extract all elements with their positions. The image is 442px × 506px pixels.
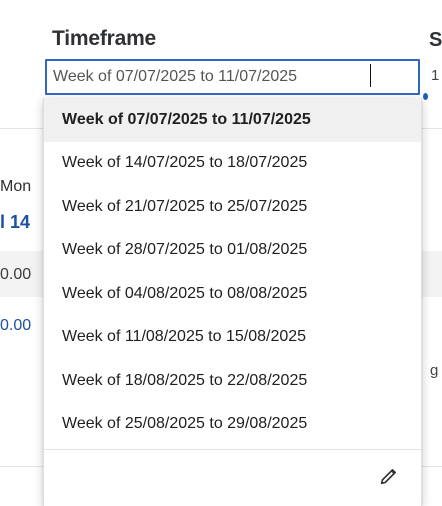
background-value-one: 0.00: [0, 266, 32, 283]
timeframe-label: Timeframe: [52, 27, 157, 50]
timeframe-dropdown-screen: Timeframe S 1 Mon l 14 0.00 0.00 g r Wee…: [0, 0, 442, 506]
timeframe-option-label: Week of 11/08/2025 to 15/08/2025: [62, 328, 307, 346]
background-right-text-fragment: g r: [430, 362, 442, 379]
timeframe-option[interactable]: Week of 04/08/2025 to 08/08/2025: [44, 272, 421, 316]
timeframe-option[interactable]: Week of 11/08/2025 to 15/08/2025: [44, 316, 421, 360]
background-day-label: Mon: [0, 178, 32, 195]
timeframe-option-label: Week of 28/07/2025 to 01/08/2025: [62, 241, 308, 259]
timeframe-option-label: Week of 14/07/2025 to 18/07/2025: [62, 154, 308, 172]
timeframe-option-label: Week of 25/08/2025 to 29/08/2025: [62, 415, 308, 433]
background-value-two: 0.00: [0, 317, 32, 334]
timeframe-option-label: Week of 04/08/2025 to 08/08/2025: [62, 284, 308, 302]
timeframe-option[interactable]: Week of 07/07/2025 to 11/07/2025: [44, 98, 421, 142]
timeframe-options-dropdown: Week of 07/07/2025 to 11/07/2025 Week of…: [43, 98, 422, 506]
text-cursor: [370, 64, 371, 87]
timeframe-option[interactable]: Week of 14/07/2025 to 18/07/2025: [44, 142, 421, 186]
timeframe-option[interactable]: Week of 25/08/2025 to 29/08/2025: [44, 403, 421, 447]
timeframe-option-label: Week of 18/08/2025 to 22/08/2025: [62, 371, 308, 389]
right-accent-dot: [423, 93, 428, 100]
timeframe-option[interactable]: Week of 21/07/2025 to 25/07/2025: [44, 185, 421, 229]
timeframe-option[interactable]: Week of 28/07/2025 to 01/08/2025: [44, 229, 421, 273]
background-date-number: l 14: [0, 212, 31, 232]
right-column-header-fragment: S: [429, 29, 442, 51]
right-column-value-fragment: 1: [431, 68, 440, 83]
pencil-icon[interactable]: [377, 464, 401, 488]
timeframe-option-label: Week of 21/07/2025 to 25/07/2025: [62, 197, 308, 215]
timeframe-input[interactable]: [45, 59, 420, 95]
timeframe-option[interactable]: Week of 18/08/2025 to 22/08/2025: [44, 359, 421, 403]
dropdown-footer: [44, 449, 421, 506]
timeframe-option-label: Week of 07/07/2025 to 11/07/2025: [62, 110, 311, 128]
